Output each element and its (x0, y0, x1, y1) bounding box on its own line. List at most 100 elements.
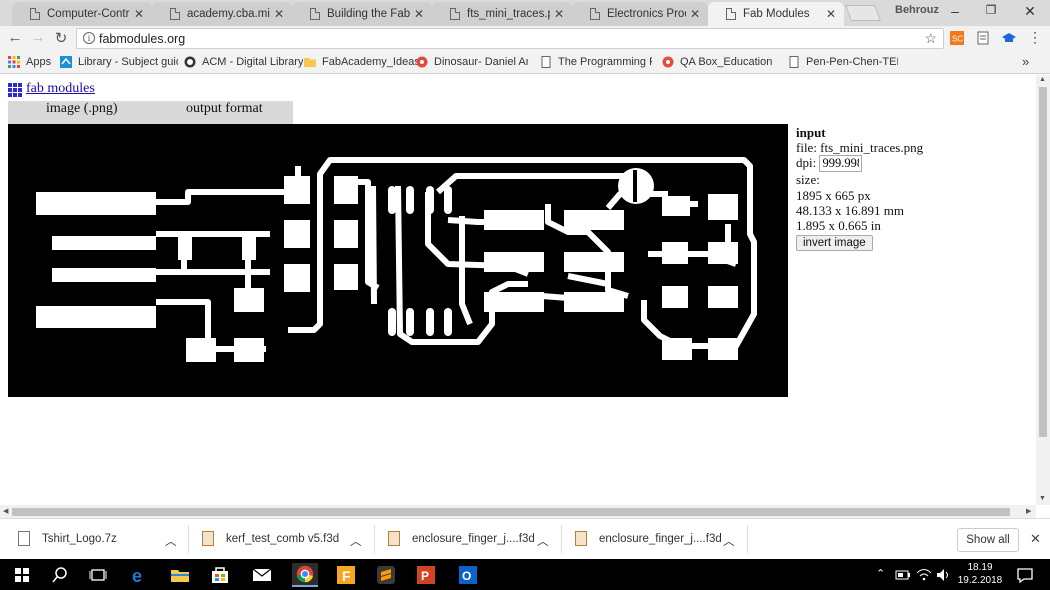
back-icon[interactable]: ← (5, 29, 25, 46)
chrome-menu-icon[interactable]: ⋮ (1028, 29, 1042, 46)
tab-fab-modules[interactable]: Fab Modules ✕ (708, 2, 844, 26)
wifi-icon[interactable] (915, 563, 933, 587)
page-icon (170, 8, 180, 20)
dpi-row: dpi: (796, 155, 923, 173)
bookmark-star-icon[interactable]: ☆ (924, 30, 937, 47)
chevron-up-icon[interactable]: ︿ (723, 533, 735, 549)
tab-computer-controlled[interactable]: Computer-Controlle ✕ (12, 2, 152, 26)
tab-fts-mini-traces[interactable]: fts_mini_traces.png ✕ (432, 2, 572, 26)
divider (374, 525, 375, 553)
minimize-icon[interactable]: – (945, 3, 965, 19)
file-explorer-icon[interactable] (168, 563, 192, 587)
component-pad (334, 220, 358, 248)
scroll-down-icon[interactable]: ▼ (1039, 495, 1046, 502)
chevron-up-tray-icon[interactable]: ⌃ (876, 567, 885, 580)
window-close-icon[interactable]: ✕ (1020, 3, 1040, 20)
task-view-icon[interactable] (86, 563, 110, 587)
scroll-right-icon[interactable]: ▶ (1026, 507, 1031, 515)
download-item[interactable]: enclosure_finger_j....f3d (575, 531, 722, 546)
output-format-menu[interactable]: output format (186, 101, 263, 117)
horizontal-scroll-thumb[interactable] (12, 508, 1010, 516)
volume-icon[interactable] (934, 563, 952, 587)
chrome-icon[interactable] (292, 563, 318, 587)
vertical-scroll-thumb[interactable] (1039, 87, 1047, 437)
apps-grid-icon (8, 56, 20, 68)
close-icon[interactable]: ✕ (414, 7, 424, 21)
profile-name[interactable]: Behrouz (895, 4, 939, 16)
tab-title: academy.cba.mit.edu (187, 8, 270, 20)
folder-icon (304, 58, 316, 67)
address-bar[interactable]: i fabmodules.org ☆ (76, 28, 944, 49)
sublime-text-icon[interactable] (374, 563, 398, 587)
show-all-downloads-button[interactable]: Show all (957, 528, 1019, 552)
usb-pad (36, 192, 156, 215)
close-icon[interactable]: ✕ (690, 7, 700, 21)
invert-image-button[interactable]: invert image (796, 235, 873, 252)
download-item[interactable]: Tshirt_Logo.7z (18, 531, 117, 546)
download-item[interactable]: enclosure_finger_j....f3d (388, 531, 535, 546)
battery-icon[interactable] (894, 563, 912, 587)
tab-electronics-production[interactable]: Electronics Productio ✕ (572, 2, 708, 26)
outlook-icon[interactable]: O (456, 563, 480, 587)
download-name: enclosure_finger_j....f3d (412, 532, 535, 545)
bookmark-acm[interactable]: ACM - Digital Library (184, 56, 303, 68)
new-tab-button[interactable] (845, 5, 881, 21)
tab-academy[interactable]: academy.cba.mit.edu ✕ (152, 2, 292, 26)
close-icon[interactable]: ✕ (826, 7, 836, 21)
reload-icon[interactable]: ↻ (51, 29, 71, 47)
windows-taskbar: e F P O ⌃ 18.19 19.2.2018 (0, 559, 1050, 590)
sc-extension-icon[interactable]: SC (950, 31, 964, 45)
divider (561, 525, 562, 553)
bookmark-apps[interactable]: Apps (8, 56, 51, 68)
search-icon[interactable] (48, 563, 72, 587)
input-format-menu[interactable]: image (.png) (46, 101, 118, 117)
tab-building-fabtiny[interactable]: Building the FabTiny ✕ (292, 2, 432, 26)
notification-icon[interactable] (1013, 563, 1037, 587)
horizontal-scrollbar[interactable]: ◀ ▶ (0, 505, 1036, 518)
dpi-input[interactable] (819, 155, 863, 173)
usb-pad (52, 268, 156, 282)
restore-icon[interactable]: ❐ (981, 3, 1001, 17)
fusion360-icon[interactable]: F (334, 563, 358, 587)
scroll-left-icon[interactable]: ◀ (3, 507, 8, 515)
bookmark-programming[interactable]: The Programming Pu (540, 56, 652, 68)
bookmark-pen-pen-chen[interactable]: Pen-Pen-Chen-TED-E (788, 56, 898, 68)
forward-icon[interactable]: → (28, 29, 48, 46)
bookmark-fabacademy-ideas[interactable]: FabAcademy_Ideas (304, 56, 420, 68)
tab-title: Electronics Productio (607, 8, 686, 20)
powerpoint-icon[interactable]: P (414, 563, 438, 587)
ic-pin (406, 186, 414, 214)
bookmark-label: ACM - Digital Library (202, 56, 304, 68)
close-downloads-icon[interactable]: ✕ (1030, 531, 1041, 547)
reader-extension-icon[interactable] (976, 31, 990, 45)
acm-icon (184, 56, 196, 68)
fab-modules-link[interactable]: fab modules (26, 81, 95, 97)
edge-browser-icon[interactable]: e (128, 563, 152, 587)
close-icon[interactable]: ✕ (134, 7, 144, 21)
chevron-up-icon[interactable]: ︿ (350, 533, 362, 549)
graduation-cap-extension-icon[interactable] (1002, 31, 1016, 45)
fab-modules-logo-icon (8, 83, 22, 97)
download-item[interactable]: kerf_test_comb v5.f3d (202, 531, 339, 546)
chevron-up-icon[interactable]: ︿ (537, 533, 549, 549)
system-clock[interactable]: 18.19 19.2.2018 (952, 561, 1008, 587)
scroll-up-icon[interactable]: ▲ (1039, 76, 1046, 83)
bookmark-dinosaur[interactable]: Dinosaur- Daniel Am (416, 56, 528, 68)
vertical-scrollbar[interactable]: ▲ ▼ (1036, 75, 1050, 505)
input-info-panel: input file: fts_mini_traces.png dpi: siz… (796, 125, 923, 252)
store-icon[interactable] (208, 563, 232, 587)
bookmark-qa-box[interactable]: QA Box_Educational (662, 56, 772, 68)
close-icon[interactable]: ✕ (554, 7, 564, 21)
page-icon (590, 8, 600, 20)
windows-start-icon[interactable] (10, 563, 34, 587)
bookmark-library[interactable]: Library - Subject guid (60, 56, 178, 68)
chevron-up-icon[interactable]: ︿ (165, 533, 177, 549)
component-pad (334, 176, 358, 204)
close-icon[interactable]: ✕ (274, 7, 284, 21)
address-url[interactable]: fabmodules.org (99, 32, 185, 46)
info-icon[interactable]: i (83, 32, 95, 44)
mail-icon[interactable] (250, 563, 274, 587)
component-pad (708, 242, 738, 264)
page-content: fab modules image (.png) output format i… (0, 75, 1036, 505)
bookmarks-overflow[interactable]: » (1022, 54, 1029, 69)
